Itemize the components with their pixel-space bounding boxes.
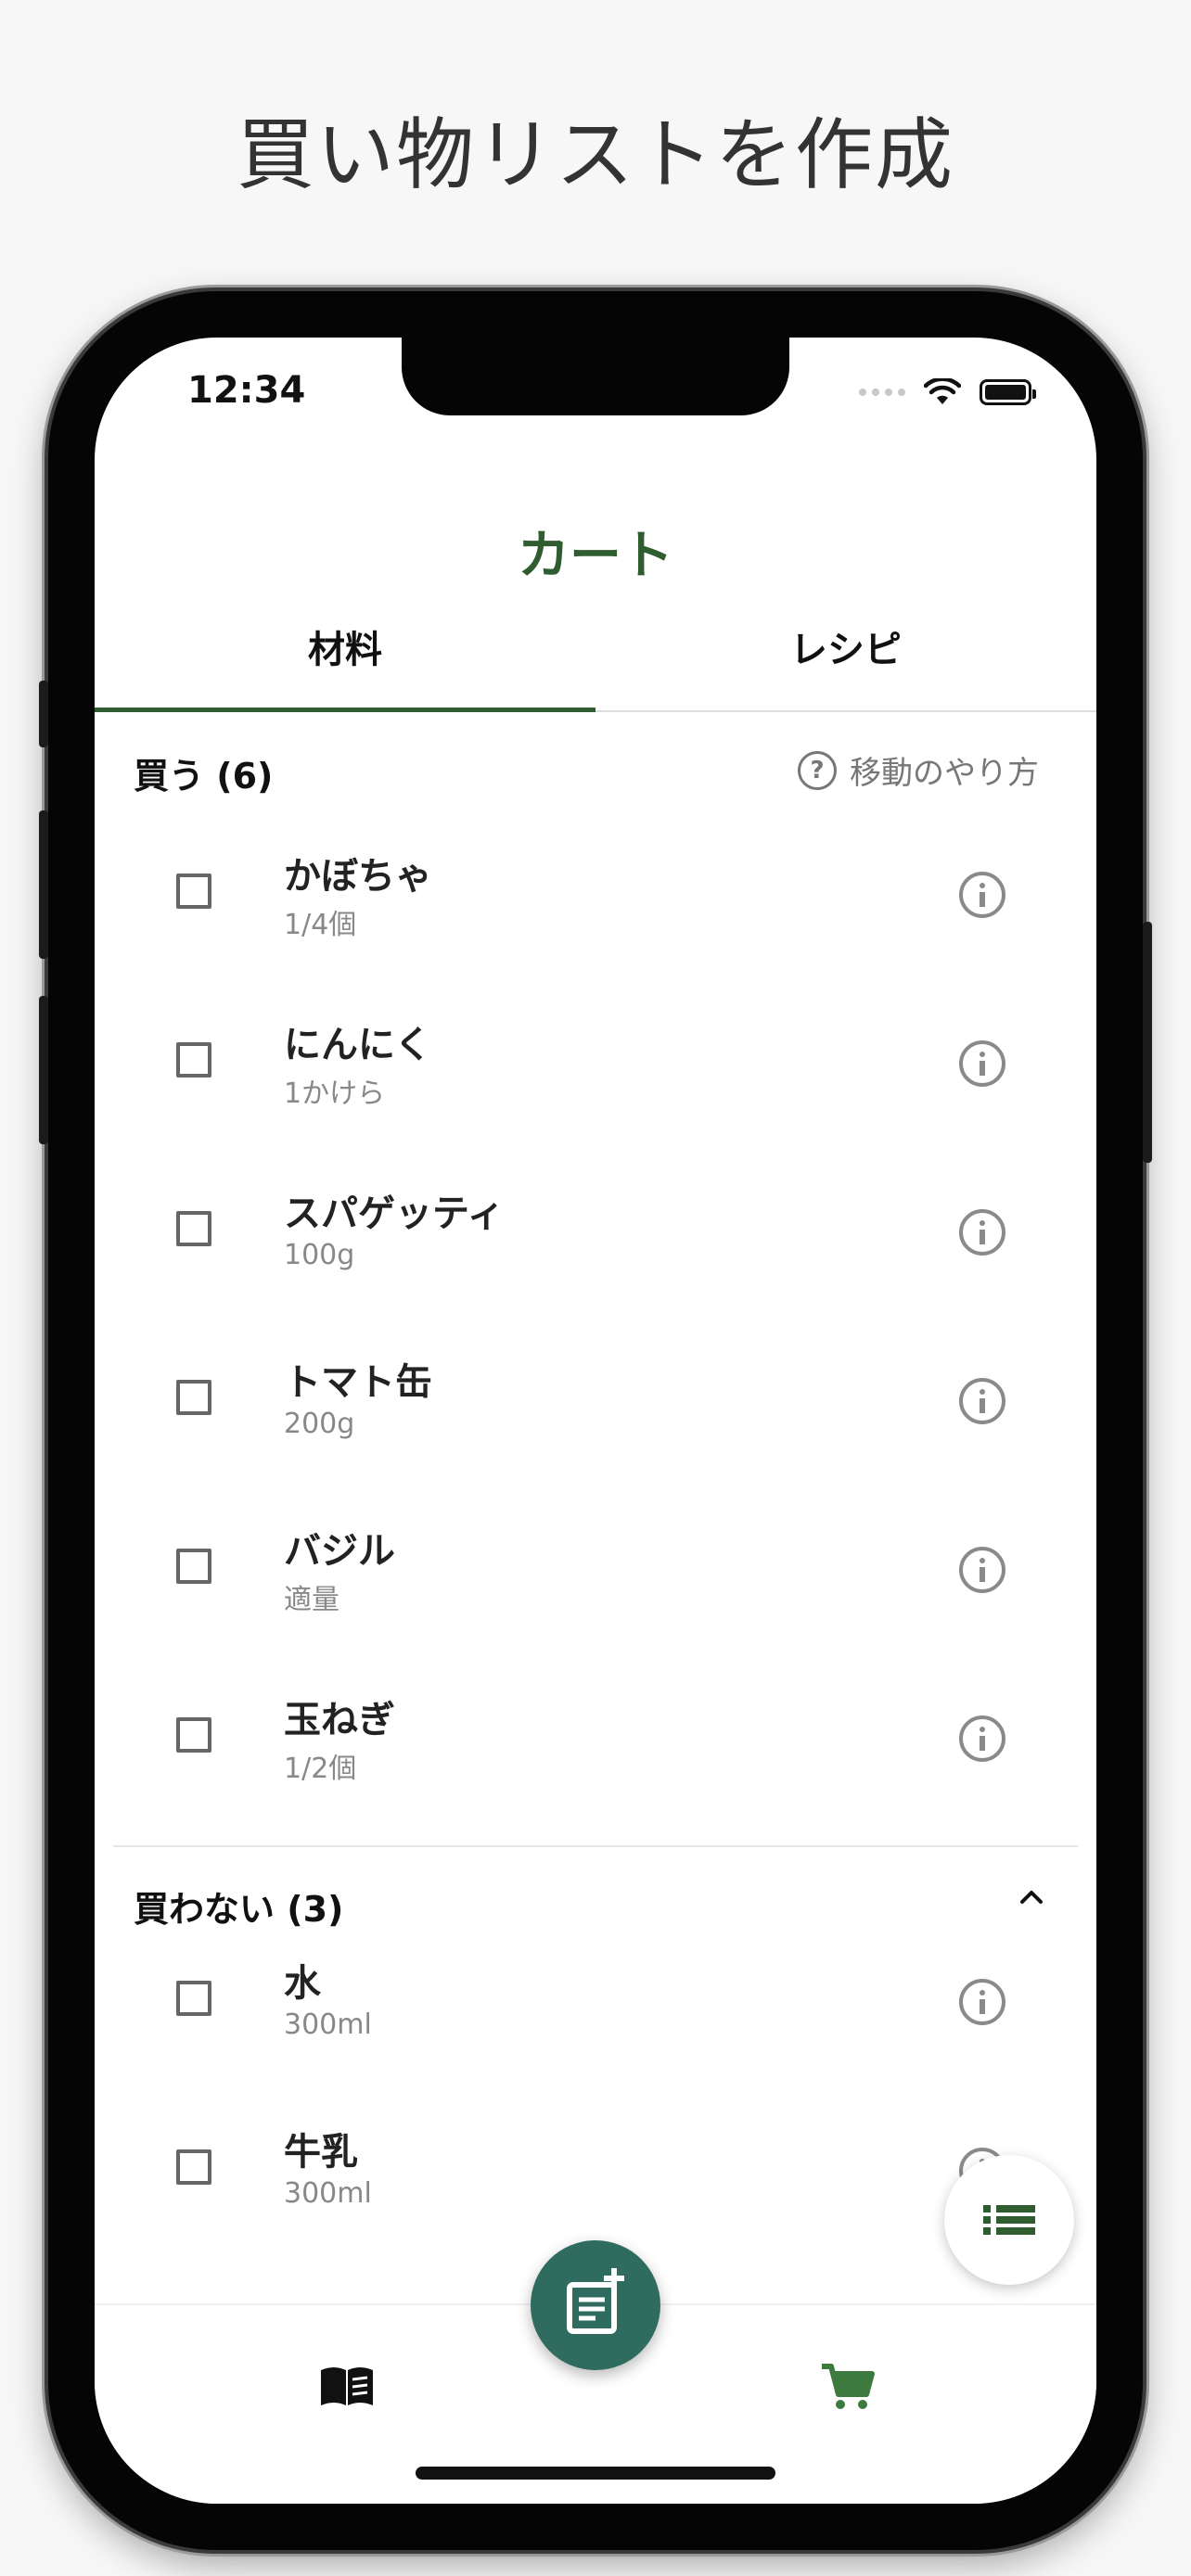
home-indicator [416,2467,775,2480]
add-to-list-button[interactable] [531,2240,660,2370]
page-title: カート [518,526,673,586]
list-item: かぼちゃ 1/4個 [95,820,1096,988]
item-name: 牛乳 [284,2131,358,2174]
item-quantity: 300ml [284,2177,372,2210]
buy-section-title: 買う (6) [134,756,274,797]
info-icon[interactable] [959,1547,1005,1593]
item-checkbox[interactable] [176,1549,211,1584]
item-quantity: 適量 [284,1584,339,1616]
list-item: にんにく 1かけら [95,988,1096,1157]
howto-move-link[interactable]: ? 移動のやり方 [798,747,1039,793]
info-icon[interactable] [959,1209,1005,1256]
item-name: 水 [284,1962,321,2005]
item-quantity: 300ml [284,2009,372,2041]
status-time: 12:34 [187,369,306,412]
help-icon: ? [798,750,837,790]
item-name: かぼちゃ [284,855,432,898]
item-quantity: 1かけら [284,1078,386,1110]
cellular-signal-icon [859,389,905,396]
section-divider [113,1845,1078,1847]
howto-move-label: 移動のやり方 [850,755,1039,792]
power-button [1143,922,1152,1163]
buy-section-header: 買う (6) ? 移動のやり方 [95,738,1096,812]
item-checkbox[interactable] [176,1042,211,1078]
item-checkbox[interactable] [176,1211,211,1246]
chevron-up-icon[interactable] [1018,1884,1044,1910]
item-name: スパゲッティ [284,1192,505,1235]
list-icon [983,2205,1035,2235]
item-checkbox[interactable] [176,1717,211,1753]
item-checkbox[interactable] [176,874,211,909]
info-icon[interactable] [959,1378,1005,1424]
item-name: 玉ねぎ [284,1699,395,1741]
wifi-icon [924,378,961,404]
notch [402,338,789,415]
item-name: バジル [284,1530,395,1573]
list-item: 水 300ml [95,1927,1096,2096]
note-add-icon [567,2268,624,2334]
volume-up-button [39,810,48,959]
info-icon[interactable] [959,872,1005,918]
list-item: バジル 適量 [95,1495,1096,1664]
status-icons [859,378,1036,406]
info-icon[interactable] [959,1979,1005,2025]
item-name: トマト缶 [284,1361,432,1404]
info-icon[interactable] [959,1040,1005,1087]
item-quantity: 1/2個 [284,1753,357,1785]
item-quantity: 200g [284,1408,355,1440]
list-item: トマト缶 200g [95,1326,1096,1495]
list-view-button[interactable] [944,2155,1074,2285]
item-checkbox[interactable] [176,1981,211,2016]
list-item: スパゲッティ 100g [95,1157,1096,1326]
volume-down-button [39,996,48,1144]
item-name: にんにく [284,1024,432,1066]
promo-title: 買い物リストを作成 [236,109,954,200]
tab-ingredients[interactable]: 材料 [95,606,596,712]
mute-switch [39,681,48,747]
book-icon[interactable] [317,2361,377,2413]
info-icon[interactable] [959,1715,1005,1762]
battery-icon [980,379,1036,405]
nobuy-section-title: 買わない (3) [134,1889,344,1930]
item-quantity: 1/4個 [284,909,357,941]
tab-bar: 材料 レシピ [95,606,1096,712]
cart-icon[interactable] [818,2361,877,2413]
item-checkbox[interactable] [176,1380,211,1415]
phone-frame: 12:34 カート 材料 レシピ 買う (6) ? 移動のやり方 かぼちゃ 1/… [39,291,1152,2550]
item-quantity: 100g [284,1239,355,1271]
item-checkbox[interactable] [176,2149,211,2185]
list-item: 玉ねぎ 1/2個 [95,1664,1096,1832]
app-screen: 12:34 カート 材料 レシピ 買う (6) ? 移動のやり方 かぼちゃ 1/… [95,338,1096,2504]
tab-recipes[interactable]: レシピ [596,606,1096,710]
